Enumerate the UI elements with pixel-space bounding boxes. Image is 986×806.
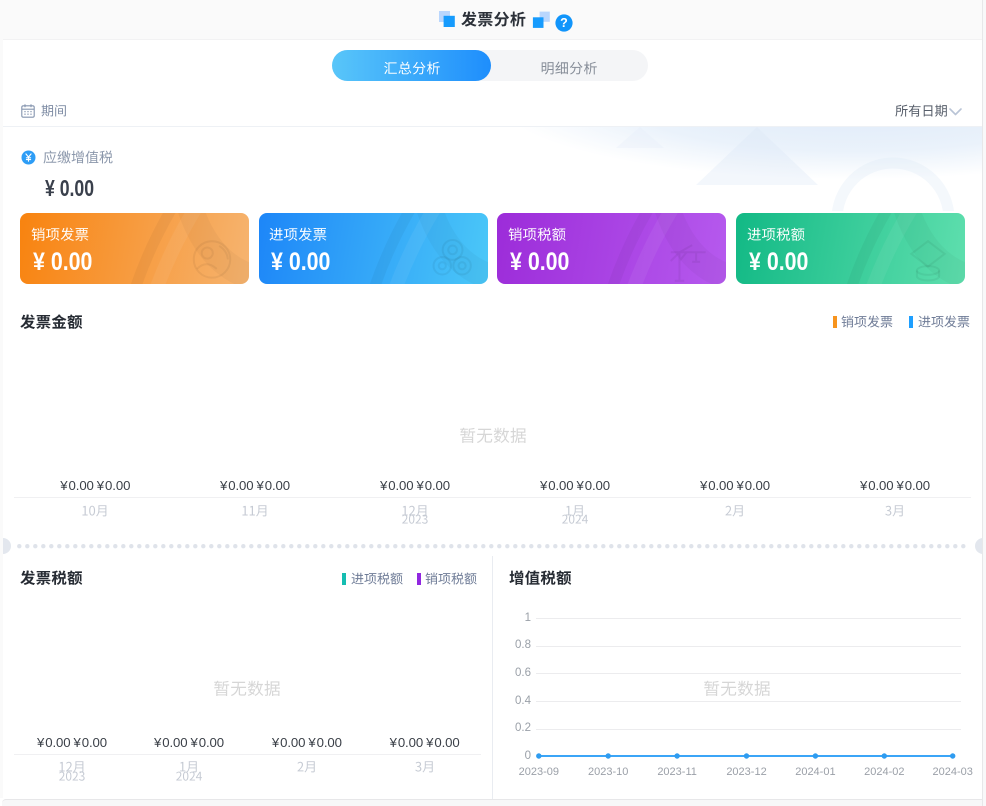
svg-text:?: ? xyxy=(560,16,568,30)
